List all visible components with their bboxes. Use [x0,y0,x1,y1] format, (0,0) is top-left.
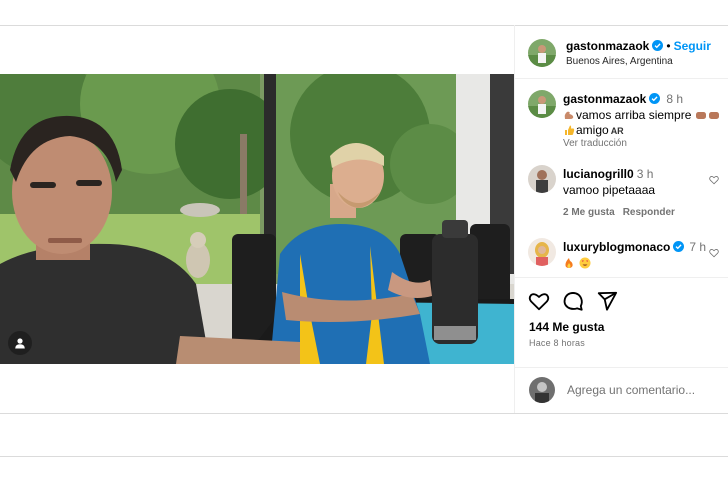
fire-icon [565,258,573,268]
share-icon[interactable] [596,290,618,312]
comment-input[interactable] [567,380,717,400]
commenter-avatar[interactable] [528,238,556,266]
viewer-avatar [529,377,555,403]
author-avatar[interactable] [528,39,556,67]
comment-text: vamoo pipetaaaa [563,183,656,197]
caption-line-2: amigo AR [563,123,624,137]
heart-icon[interactable] [528,290,550,312]
verified-badge-icon [649,93,661,104]
post-location[interactable]: Buenos Aires, Argentina [566,56,673,67]
post-header: gastonmazaok • Seguir Buenos Aires, Argent… [515,25,728,79]
comment-time[interactable]: 3 h [637,167,654,181]
comment-text [563,256,592,270]
commenter-username-row: lucianogrill0 3 h [563,167,653,181]
thumbs-up-icon [565,125,575,135]
caption-avatar[interactable] [528,90,556,118]
comment-item: lucianogrill0 3 h vamoo pipetaaaa 2 Me gu… [515,163,728,223]
add-comment-bar [515,367,728,413]
follow-button[interactable]: Seguir [674,39,711,53]
post-photo[interactable] [0,74,514,364]
post-side-panel: gastonmazaok • Seguir Buenos Aires, Argent… [514,25,728,413]
reply-button[interactable]: Responder [623,207,675,218]
divider-middle [0,413,728,414]
caption-username-row: gastonmazaok 8 h [563,92,683,106]
caption-time[interactable]: 8 h [666,92,683,106]
comment-like-heart-icon[interactable] [709,175,719,185]
country-flag-code: AR [610,126,624,136]
photo-scene [0,74,514,364]
comment-meta: 2 Me gusta Responder [563,207,683,218]
caption-line-1: vamos arriba siempre [563,108,721,122]
verified-badge-icon [652,40,664,51]
caption-comment: gastonmazaok 8 h vamos arriba siempre ami… [515,79,728,149]
post-timestamp[interactable]: Hace 8 horas [529,338,585,348]
comment-item: luxuryblogmonaco 7 h [515,236,728,277]
verified-badge-icon [673,241,685,252]
comment-like-heart-icon[interactable] [709,248,719,258]
fist-icon [709,112,720,119]
post-actions: 144 Me gusta Hace 8 horas [515,277,728,367]
author-username[interactable]: gastonmazaok [566,39,649,53]
see-translation-link[interactable]: Ver traducción [563,138,627,149]
divider-bottom [0,456,728,457]
comment-icon[interactable] [562,290,584,312]
heart-eyes-icon [579,257,591,269]
flexed-biceps-icon [564,111,574,119]
commenter-username-row: luxuryblogmonaco 7 h [563,240,706,254]
caption-username[interactable]: gastonmazaok [563,92,646,106]
comment-time[interactable]: 7 h [689,240,706,254]
likes-count[interactable]: 144 Me gusta [529,320,604,334]
author-username-row: gastonmazaok • Seguir [566,39,711,53]
commenter-avatar[interactable] [528,165,556,193]
separator-dot: • [666,39,671,53]
commenter-username[interactable]: luxuryblogmonaco [563,240,670,254]
fist-icon [696,112,707,119]
caption-text-line-1: vamos arriba siempre [576,108,692,122]
caption-text-line-2: amigo [576,123,609,137]
comment-likes[interactable]: 2 Me gusta [563,207,615,218]
user-tag-icon[interactable] [8,331,32,355]
commenter-username[interactable]: lucianogrill0 [563,167,634,181]
